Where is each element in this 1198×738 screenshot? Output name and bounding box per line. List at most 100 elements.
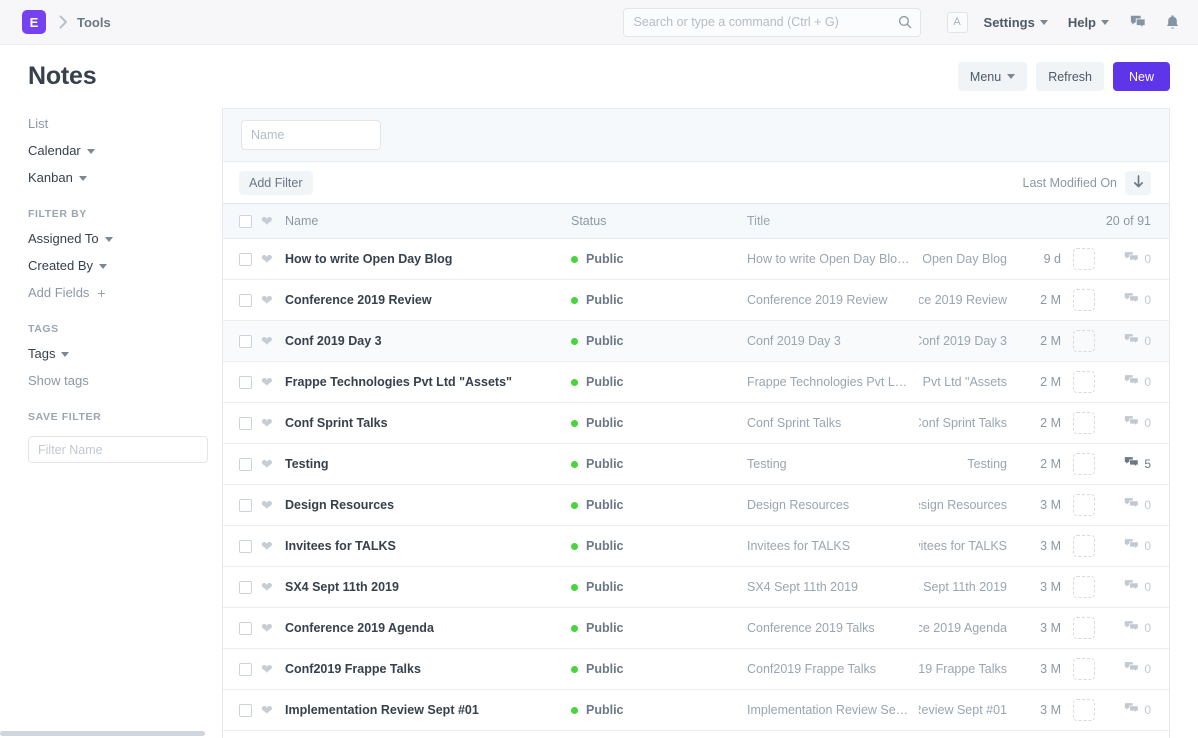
assign-avatar-placeholder[interactable] <box>1073 494 1095 516</box>
table-row[interactable]: ❤ Design Resources Public Design Resourc… <box>223 485 1169 526</box>
row-checkbox[interactable] <box>239 334 252 348</box>
sidebar-filter-assigned-to[interactable]: Assigned To <box>28 231 222 247</box>
assign-avatar-placeholder[interactable] <box>1073 576 1095 598</box>
heart-icon[interactable]: ❤ <box>261 375 273 389</box>
table-row[interactable]: ❤ Frappe Technologies Pvt Ltd "Assets" P… <box>223 362 1169 403</box>
heart-icon[interactable]: ❤ <box>261 293 273 307</box>
sort-direction-button[interactable] <box>1125 170 1151 195</box>
assign-avatar-placeholder[interactable] <box>1073 412 1095 434</box>
heart-icon[interactable]: ❤ <box>261 334 273 348</box>
heart-icon[interactable]: ❤ <box>261 214 273 228</box>
settings-dropdown[interactable]: Settings <box>984 15 1048 30</box>
row-name-link[interactable]: Implementation Review Sept #01 <box>285 703 479 717</box>
sort-selector[interactable]: Last Modified On <box>1023 176 1118 190</box>
menu-button[interactable]: Menu <box>957 62 1028 91</box>
bell-icon[interactable] <box>1165 14 1180 31</box>
table-row[interactable]: ❤ Conference 2019 Agenda Public Conferen… <box>223 608 1169 649</box>
row-comment-cell[interactable]: 0 <box>1107 251 1151 267</box>
row-comment-cell[interactable]: 0 <box>1107 538 1151 554</box>
row-checkbox[interactable] <box>239 703 252 717</box>
sidebar-filter-created-by[interactable]: Created By <box>28 258 222 274</box>
row-comment-cell[interactable]: 0 <box>1107 620 1151 636</box>
row-name-link[interactable]: Conf2019 Frappe Talks <box>285 662 421 676</box>
header-name[interactable]: Name <box>285 214 571 228</box>
row-checkbox[interactable] <box>239 498 252 512</box>
row-comment-cell[interactable]: 0 <box>1107 415 1151 431</box>
row-name-link[interactable]: Testing <box>285 457 329 471</box>
row-checkbox[interactable] <box>239 621 252 635</box>
heart-icon[interactable]: ❤ <box>261 580 273 594</box>
assign-avatar-placeholder[interactable] <box>1073 330 1095 352</box>
heart-icon[interactable]: ❤ <box>261 703 273 717</box>
standard-filter-name-input[interactable] <box>241 120 381 150</box>
refresh-button[interactable]: Refresh <box>1036 62 1104 91</box>
header-title[interactable]: Title <box>747 214 919 228</box>
help-dropdown[interactable]: Help <box>1068 15 1109 30</box>
row-checkbox[interactable] <box>239 580 252 594</box>
sidebar-view-calendar[interactable]: Calendar <box>28 143 222 159</box>
heart-icon[interactable]: ❤ <box>261 662 273 676</box>
assign-avatar-placeholder[interactable] <box>1073 371 1095 393</box>
row-checkbox[interactable] <box>239 662 252 676</box>
sidebar-view-list[interactable]: List <box>28 116 222 132</box>
row-name-link[interactable]: How to write Open Day Blog <box>285 252 452 266</box>
table-row[interactable]: ❤ Conference 2019 Review Public Conferen… <box>223 280 1169 321</box>
table-row[interactable]: ❤ Conf 2019 Day 3 Public Conf 2019 Day 3… <box>223 321 1169 362</box>
row-name-link[interactable]: Conf 2019 Day 3 <box>285 334 382 348</box>
table-row[interactable]: ❤ SX4 Sept 11th 2019 Public SX4 Sept 11t… <box>223 567 1169 608</box>
breadcrumb-tools[interactable]: Tools <box>77 15 111 30</box>
row-comment-cell[interactable]: 0 <box>1107 333 1151 349</box>
comment-icon[interactable] <box>1129 14 1147 30</box>
assign-avatar-placeholder[interactable] <box>1073 617 1095 639</box>
row-checkbox[interactable] <box>239 375 252 389</box>
row-comment-cell[interactable]: 0 <box>1107 374 1151 390</box>
row-name-link[interactable]: Conference 2019 Review <box>285 293 432 307</box>
row-checkbox[interactable] <box>239 252 252 266</box>
heart-icon[interactable]: ❤ <box>261 457 273 471</box>
add-filter-button[interactable]: Add Filter <box>239 170 313 195</box>
assign-avatar-placeholder[interactable] <box>1073 699 1095 721</box>
row-name-link[interactable]: Invitees for TALKS <box>285 539 396 553</box>
heart-icon[interactable]: ❤ <box>261 252 273 266</box>
header-status[interactable]: Status <box>571 214 747 228</box>
heart-icon[interactable]: ❤ <box>261 416 273 430</box>
table-row[interactable]: ❤ Conf Sprint Talks Public Conf Sprint T… <box>223 403 1169 444</box>
sidebar-show-tags[interactable]: Show tags <box>28 373 222 389</box>
horizontal-scrollbar[interactable] <box>0 731 205 736</box>
row-checkbox[interactable] <box>239 293 252 307</box>
table-row[interactable]: ❤ Invitees for TALKS Public Invitees for… <box>223 526 1169 567</box>
search-input[interactable] <box>622 7 921 37</box>
assign-avatar-placeholder[interactable] <box>1073 658 1095 680</box>
table-row[interactable]: ❤ Implementation Review Sept #01 Public … <box>223 690 1169 731</box>
row-checkbox[interactable] <box>239 539 252 553</box>
row-comment-cell[interactable]: 0 <box>1107 661 1151 677</box>
table-row[interactable]: ❤ Testing Public Testing Testing 2 M 5 <box>223 444 1169 485</box>
save-filter-name-input[interactable] <box>28 436 208 463</box>
row-comment-cell[interactable]: 0 <box>1107 579 1151 595</box>
sidebar-view-kanban[interactable]: Kanban <box>28 170 222 186</box>
sidebar-tags-dropdown[interactable]: Tags <box>28 346 222 362</box>
table-row[interactable]: ❤ How to write Open Day Blog Public How … <box>223 239 1169 280</box>
row-comment-cell[interactable]: 0 <box>1107 497 1151 513</box>
row-comment-cell[interactable]: 5 <box>1107 456 1151 472</box>
table-row[interactable]: ❤ Conf2019 Frappe Talks Public Conf2019 … <box>223 649 1169 690</box>
row-comment-cell[interactable]: 0 <box>1107 292 1151 308</box>
select-all-checkbox[interactable] <box>239 214 252 228</box>
row-name-link[interactable]: Conference 2019 Agenda <box>285 621 434 635</box>
row-checkbox[interactable] <box>239 416 252 430</box>
row-checkbox[interactable] <box>239 457 252 471</box>
row-name-link[interactable]: Design Resources <box>285 498 394 512</box>
assign-avatar-placeholder[interactable] <box>1073 453 1095 475</box>
heart-icon[interactable]: ❤ <box>261 621 273 635</box>
heart-icon[interactable]: ❤ <box>261 498 273 512</box>
assign-avatar-placeholder[interactable] <box>1073 535 1095 557</box>
row-name-link[interactable]: Frappe Technologies Pvt Ltd "Assets" <box>285 375 512 389</box>
avatar[interactable]: A <box>946 11 968 33</box>
sidebar-add-fields[interactable]: Add Fields + <box>28 285 222 301</box>
row-name-link[interactable]: SX4 Sept 11th 2019 <box>285 580 399 594</box>
assign-avatar-placeholder[interactable] <box>1073 248 1095 270</box>
row-name-link[interactable]: Conf Sprint Talks <box>285 416 388 430</box>
heart-icon[interactable]: ❤ <box>261 539 273 553</box>
row-comment-cell[interactable]: 0 <box>1107 702 1151 718</box>
app-logo[interactable]: E <box>22 10 46 34</box>
